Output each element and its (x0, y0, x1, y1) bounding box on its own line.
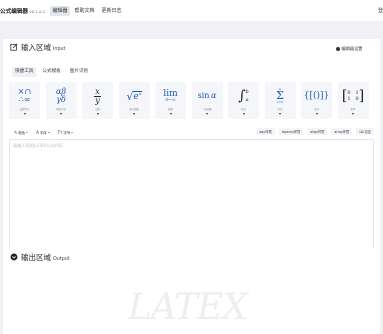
input-title-text: 输入区域 (21, 42, 51, 52)
color-label: 颜色 (18, 130, 26, 135)
integral-symbol: ∫ b a (238, 88, 249, 105)
chevron-down-icon (169, 112, 172, 115)
input-tabs: 快捷工具 公式模板 图片识别 (12, 67, 94, 77)
output-panel-title: 输出区域 Output (21, 252, 70, 263)
chevron-down-icon (242, 112, 245, 115)
app-version: v0.1.0.2 (29, 8, 46, 14)
operators-symbol: ×∩ ∴∞ (17, 86, 32, 105)
font-size-label: 字号 (63, 130, 71, 135)
root-exp-symbol: √ ex (126, 89, 142, 103)
input-panel-title: 输入区域 Input (21, 42, 65, 53)
trig-symbol: sin α (197, 91, 217, 101)
app-title: 公式编辑器 (0, 8, 28, 15)
edit-icon (10, 43, 18, 51)
tool-fraction[interactable]: xy 分数 (82, 82, 113, 119)
font-dropdown[interactable]: A 字体 (36, 130, 50, 135)
tool-caption: 希腊字母 (56, 108, 66, 112)
font-size-icon: Tᴛ (57, 129, 63, 135)
tool-brackets[interactable]: {[()]} 括号 (301, 82, 332, 119)
latex-watermark: LATEX (128, 287, 248, 328)
tool-caption: 分数 (95, 108, 100, 112)
top-nav: 编辑器 帮助文档 更新日志 (50, 5, 126, 16)
font-label: 字体 (39, 130, 47, 135)
tool-matrix[interactable]: [ 0 11 0 ] 矩阵 (337, 82, 369, 119)
editor-settings-label: 编辑器设置 (341, 46, 363, 51)
tool-caption: 三角函数 (202, 108, 212, 112)
tool-sum[interactable]: n Σi=0 求和 (264, 82, 296, 119)
chevron-down-icon (23, 112, 26, 115)
matrix-symbol: [ 0 11 0 ] (341, 88, 365, 105)
limit-symbol: lim n→∞ (163, 88, 178, 103)
chevron-down-icon (26, 131, 29, 133)
align-env-button[interactable]: align环境 (307, 128, 328, 135)
output-title-en: Output (53, 256, 70, 262)
font-size-dropdown[interactable]: Tᴛ 字号 (58, 130, 74, 135)
output-panel-header: 输出区域 Output (3, 249, 380, 265)
chevron-down-icon (96, 112, 99, 115)
chevron-down-icon (133, 112, 135, 115)
greek-symbol: αβ γδ (55, 86, 67, 105)
chevron-down-icon (206, 112, 208, 115)
font-icon: A (36, 129, 39, 135)
color-dropdown[interactable]: ✎ 颜色 (14, 129, 29, 135)
tool-caption: 根号指数 (129, 108, 139, 112)
chevron-down-icon (71, 131, 74, 133)
clear-button[interactable]: ⌫ 清空 (356, 128, 374, 135)
fraction-symbol: xy (94, 86, 101, 105)
nav-item-changelog[interactable]: 更新日志 (99, 6, 124, 16)
clear-label: 清空 (364, 130, 371, 134)
array-env-button[interactable]: array环境 (331, 128, 353, 135)
input-panel-header: 输入区域 Input (3, 39, 380, 55)
sum-symbol: n Σi=0 (276, 87, 284, 105)
tool-caption: 积分 (241, 108, 246, 112)
editor-settings-button[interactable]: 编辑器设置 (336, 46, 375, 52)
tool-caption: 矩阵 (350, 108, 356, 112)
env-buttons: aqu环境 lspacey环境 align环境 array环境 ⌫ 清空 (252, 128, 374, 135)
brush-icon: ✎ (14, 129, 18, 135)
tool-caption: 运算符号 (19, 108, 30, 112)
editor-placeholder: 请输入您的LaTeX公式代码 (13, 143, 63, 148)
lspacey-env-button[interactable]: lspacey环境 (278, 128, 304, 135)
chevron-down-icon (279, 112, 281, 115)
quick-tools-row: ×∩ ∴∞ 运算符号 αβ γδ 希腊字母 xy 分数 √ ex 根号指数 lim… (9, 82, 374, 119)
nav-item-help[interactable]: 帮助文档 (72, 6, 97, 16)
tool-greek[interactable]: αβ γδ 希腊字母 (45, 82, 77, 119)
tool-limit[interactable]: lim n→∞ 极限 (155, 82, 186, 119)
input-title-en: Input (53, 46, 66, 52)
app-brand[interactable]: 公式编辑器 v0.1.0.2 (0, 7, 45, 15)
chevron-down-icon (60, 112, 62, 115)
tool-caption: 极限 (168, 108, 173, 112)
tool-integral[interactable]: ∫ b a 积分 (228, 82, 259, 119)
aqu-env-button[interactable]: aqu环境 (256, 128, 275, 135)
tool-caption: 求和 (277, 108, 283, 112)
top-bar: 公式编辑器 v0.1.0.2 编辑器 帮助文档 更新日志 登 (0, 0, 383, 21)
tab-formula-templates[interactable]: 公式模板 (39, 67, 63, 77)
tool-root-exp[interactable]: √ ex 根号指数 (118, 82, 150, 119)
latex-editor[interactable]: 请输入您的LaTeX公式代码 (9, 139, 374, 255)
brackets-symbol: {[()]} (303, 90, 330, 101)
nav-item-editor[interactable]: 编辑器 (50, 5, 71, 16)
arrow-circle-icon (10, 253, 18, 261)
tool-caption: 括号 (314, 108, 319, 112)
editor-options-bar: ✎ 颜色 A 字体 Tᴛ 字号 aqu环境 lspacey环境 align环境 … (14, 128, 374, 136)
gear-icon (336, 47, 340, 51)
tab-image-recognition[interactable]: 图片识别 (67, 67, 91, 77)
chevron-down-icon (315, 112, 318, 115)
output-title-text: 输出区域 (21, 252, 51, 262)
chevron-down-icon (352, 112, 354, 115)
login-link[interactable]: 登 (378, 7, 383, 14)
tool-trig[interactable]: sin α 三角函数 (191, 82, 223, 119)
tab-quick-tools[interactable]: 快捷工具 (12, 67, 37, 77)
chevron-down-icon (47, 131, 50, 133)
tool-operators[interactable]: ×∩ ∴∞ 运算符号 (9, 82, 40, 119)
